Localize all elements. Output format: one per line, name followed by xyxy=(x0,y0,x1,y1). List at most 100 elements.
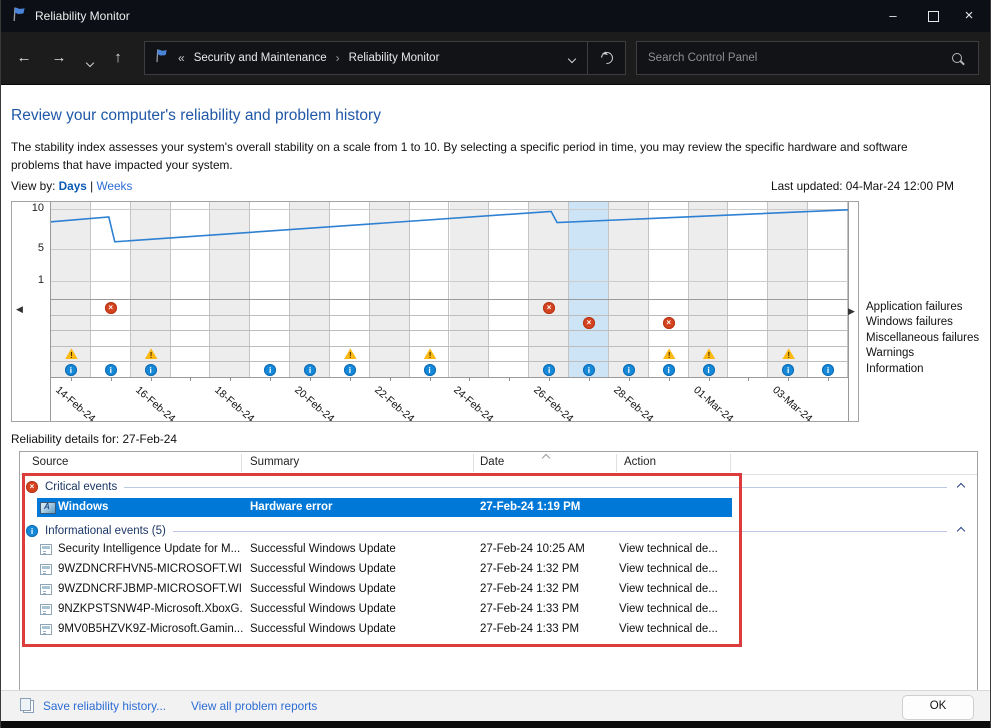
view-by-control: View by: Days | Weeks xyxy=(11,179,132,193)
info-icon[interactable] xyxy=(145,364,157,376)
search-input[interactable] xyxy=(637,52,952,64)
address-bar[interactable]: « Security and Maintenance › Reliability… xyxy=(144,41,626,75)
save-reliability-history-link[interactable]: Save reliability history... xyxy=(43,699,166,713)
info-icon[interactable] xyxy=(703,364,715,376)
event-summary: Successful Windows Update xyxy=(250,543,396,555)
chart-scroll-right-icon[interactable]: ▶ xyxy=(848,306,855,317)
main-content: Review your computer's reliability and p… xyxy=(1,85,990,691)
view-by-days-link[interactable]: Days xyxy=(59,179,87,193)
chart-date-label: 14-Feb-24 xyxy=(53,384,97,422)
view-technical-details-link[interactable]: View technical de... xyxy=(619,583,718,595)
event-summary: Successful Windows Update xyxy=(250,583,396,595)
column-header-summary[interactable]: Summary xyxy=(250,456,299,468)
ok-button[interactable]: OK xyxy=(902,695,974,720)
chart-day-column[interactable] xyxy=(210,202,250,378)
chart-tick xyxy=(509,378,510,381)
chart-tick xyxy=(828,378,829,381)
error-icon[interactable] xyxy=(663,317,675,329)
chart-plot-area[interactable]: 14-Feb-2416-Feb-2418-Feb-2420-Feb-2422-F… xyxy=(50,202,849,421)
view-technical-details-link[interactable]: View technical de... xyxy=(619,563,718,575)
chart-day-column[interactable] xyxy=(370,202,410,378)
event-date: 27-Feb-24 1:33 PM xyxy=(480,603,579,615)
chart-tick xyxy=(111,378,112,381)
column-header-date[interactable]: Date xyxy=(480,456,504,468)
event-row[interactable]: 9MV0B5HZVK9Z-Microsoft.Gamin...Successfu… xyxy=(20,620,977,640)
chart-date-label: 03-Mar-24 xyxy=(770,384,814,422)
event-summary: Successful Windows Update xyxy=(250,563,396,575)
close-icon[interactable]: × xyxy=(952,0,986,32)
info-icon[interactable] xyxy=(822,364,834,376)
chart-day-column[interactable] xyxy=(808,202,848,378)
collapse-chevron-icon[interactable] xyxy=(957,527,965,535)
event-group-header[interactable]: Critical events xyxy=(20,478,977,496)
view-all-problem-reports-link[interactable]: View all problem reports xyxy=(191,699,317,713)
info-icon[interactable] xyxy=(105,364,117,376)
details-body: Critical events WindowsHardware error27-F… xyxy=(20,474,977,640)
chart-day-column[interactable] xyxy=(609,202,649,378)
chart-tick xyxy=(71,378,72,381)
chart-date-label: 24-Feb-24 xyxy=(452,384,496,422)
collapse-chevron-icon[interactable] xyxy=(957,483,965,491)
chart-day-column[interactable] xyxy=(91,202,131,378)
column-header-action[interactable]: Action xyxy=(624,456,656,468)
chart-day-column[interactable] xyxy=(489,202,529,378)
breadcrumb-collapse[interactable]: « xyxy=(178,51,185,65)
chart-day-column[interactable] xyxy=(569,202,609,378)
view-technical-details-link[interactable]: View technical de... xyxy=(619,543,718,555)
breadcrumb-reliability-monitor[interactable]: Reliability Monitor xyxy=(349,52,440,64)
event-row[interactable]: 9WZDNCRFHVN5-MICROSOFT.WI...Successful W… xyxy=(20,560,977,580)
winupd-icon xyxy=(40,604,52,615)
view-by-separator: | xyxy=(90,179,93,193)
view-technical-details-link[interactable]: View technical de... xyxy=(619,623,718,635)
event-group-header[interactable]: Informational events (5) xyxy=(20,522,977,540)
chart-day-column[interactable] xyxy=(529,202,569,378)
legend-item: Application failures xyxy=(866,300,979,315)
minimize-icon[interactable]: – xyxy=(876,0,910,32)
chart-day-column[interactable] xyxy=(728,202,768,378)
column-header-source[interactable]: Source xyxy=(32,456,68,468)
breadcrumb-security-and-maintenance[interactable]: Security and Maintenance xyxy=(194,52,327,64)
chart-day-column[interactable] xyxy=(250,202,290,378)
back-icon[interactable]: ← xyxy=(11,46,37,70)
chart-day-column[interactable] xyxy=(450,202,490,378)
titlebar: Reliability Monitor – × xyxy=(1,0,990,32)
info-icon[interactable] xyxy=(304,364,316,376)
info-icon[interactable] xyxy=(424,364,436,376)
forward-icon[interactable]: → xyxy=(46,46,72,70)
chart-day-column[interactable] xyxy=(290,202,330,378)
event-date: 27-Feb-24 1:33 PM xyxy=(480,623,579,635)
sort-ascending-icon xyxy=(542,454,550,462)
error-icon[interactable] xyxy=(105,302,117,314)
event-date: 27-Feb-24 1:32 PM xyxy=(480,563,579,575)
error-icon[interactable] xyxy=(543,302,555,314)
up-icon[interactable]: ↑ xyxy=(105,46,131,70)
info-icon[interactable] xyxy=(583,364,595,376)
chart-date-label: 26-Feb-24 xyxy=(531,384,575,422)
info-icon[interactable] xyxy=(344,364,356,376)
event-row[interactable]: Security Intelligence Update for M...Suc… xyxy=(20,540,977,560)
info-icon[interactable] xyxy=(663,364,675,376)
chart-date-label: 28-Feb-24 xyxy=(611,384,655,422)
search-box xyxy=(636,41,979,75)
event-group-label: Critical events xyxy=(45,481,117,493)
group-divider xyxy=(124,487,947,488)
chart-tick xyxy=(709,378,710,381)
event-row[interactable]: 9WZDNCRFJBMP-MICROSOFT.WI...Successful W… xyxy=(20,580,977,600)
recent-locations-chevron-icon[interactable] xyxy=(77,50,103,74)
event-date: 27-Feb-24 1:32 PM xyxy=(480,583,579,595)
refresh-icon[interactable] xyxy=(587,42,625,74)
search-icon[interactable] xyxy=(952,53,962,63)
chart-date-label: 16-Feb-24 xyxy=(133,384,177,422)
chart-gridline xyxy=(51,281,848,282)
address-dropdown-chevron-icon[interactable] xyxy=(557,49,587,67)
maximize-icon[interactable] xyxy=(916,0,950,32)
info-icon[interactable] xyxy=(623,364,635,376)
event-row[interactable]: 9NZKPSTSNW4P-Microsoft.XboxG...Successfu… xyxy=(20,600,977,620)
event-row[interactable]: WindowsHardware error27-Feb-24 1:19 PM xyxy=(20,498,977,517)
view-by-label: View by: xyxy=(11,179,55,193)
view-by-weeks-link[interactable]: Weeks xyxy=(97,179,133,193)
view-technical-details-link[interactable]: View technical de... xyxy=(619,603,718,615)
chart-day-column[interactable] xyxy=(171,202,211,378)
info-icon[interactable] xyxy=(65,364,77,376)
event-summary: Successful Windows Update xyxy=(250,603,396,615)
